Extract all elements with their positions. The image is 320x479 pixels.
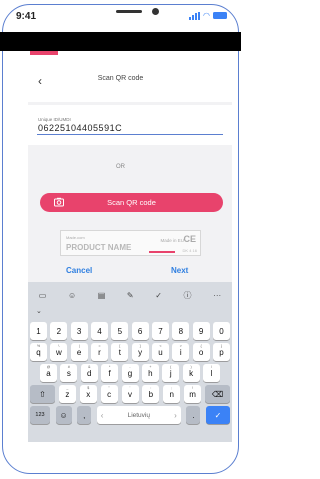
key[interactable]: 7 xyxy=(151,322,169,340)
clipboard-icon[interactable]: ▤ xyxy=(98,291,106,300)
key[interactable]: _ z xyxy=(58,385,76,403)
key[interactable]: 5 xyxy=(111,322,129,340)
key[interactable]: 0 xyxy=(212,322,230,340)
key[interactable]: $ x xyxy=(79,385,97,403)
enter-key[interactable]: ✓ xyxy=(205,406,230,424)
key[interactable]: {o xyxy=(192,343,210,361)
ce-mark: CE xyxy=(183,234,196,244)
shift-key[interactable]: ⇧ xyxy=(30,385,55,403)
product-logo: Made.com xyxy=(66,235,85,240)
key[interactable]: ) k xyxy=(182,364,200,382)
key[interactable]: & d xyxy=(80,364,98,382)
key[interactable]: -g xyxy=(121,364,139,382)
emoji-key[interactable]: ☺ xyxy=(55,406,72,424)
key[interactable]: 6 xyxy=(131,322,149,340)
key[interactable]: ; n xyxy=(163,385,181,403)
unique-id-input[interactable]: 06225104405591C xyxy=(38,123,122,133)
product-name: PRODUCT NAME xyxy=(66,243,132,252)
accent-strip xyxy=(30,51,58,55)
handwriting-icon[interactable]: ✎ xyxy=(127,291,134,300)
info-icon[interactable]: ⓘ xyxy=(184,290,192,301)
keyboard-row-bottom: ⇧ _ z $ x " c ' v :b ; n ! m ⌫ xyxy=(30,385,230,403)
wifi-icon: ◠ xyxy=(203,11,210,20)
or-divider: OR xyxy=(116,164,125,170)
comma-key[interactable]: , xyxy=(77,406,92,424)
key[interactable]: ] y xyxy=(131,343,149,361)
keyboard-row-numbers: 1 2 3 4 5 6 7 8 9 0 xyxy=(30,322,230,340)
next-button[interactable]: Next xyxy=(171,266,188,275)
status-bar: 9:41 ◠ xyxy=(0,0,241,34)
key[interactable]: " c xyxy=(100,385,118,403)
key[interactable]: < u xyxy=(151,343,169,361)
keyboard-row-middle: @ a # s & d * f -g + h (j ) k / l xyxy=(30,364,230,382)
collapse-chevron-icon[interactable]: ⌄ xyxy=(36,307,42,315)
numbers-key[interactable]: 123 xyxy=(30,406,50,424)
scan-qr-button-label[interactable]: Scan QR code xyxy=(40,198,223,207)
right-arrow-icon: › xyxy=(174,411,177,420)
signal-icon xyxy=(189,11,201,20)
key[interactable]: ' v xyxy=(121,385,139,403)
backspace-key[interactable]: ⌫ xyxy=(205,385,230,403)
key[interactable]: = r xyxy=(90,343,108,361)
period-key[interactable]: . xyxy=(186,406,201,424)
space-key[interactable]: ‹ Lietuvių › xyxy=(96,406,181,424)
keyboard-row-function: 123 ☺ , ‹ Lietuvių › . ✓ xyxy=(30,406,230,424)
camera-notch xyxy=(152,8,159,15)
key[interactable]: 9 xyxy=(192,322,210,340)
speaker-notch xyxy=(116,10,142,13)
status-time: 9:41 xyxy=(16,11,37,22)
spellcheck-icon[interactable]: ✓ xyxy=(155,291,162,300)
key[interactable]: :b xyxy=(142,385,160,403)
key[interactable]: 3 xyxy=(70,322,88,340)
key[interactable]: @ a xyxy=(40,364,57,382)
space-key-label: Lietuvių xyxy=(127,412,150,419)
product-label-sample: Made.com PRODUCT NAME Made in EU CE DK 4… xyxy=(60,230,201,256)
key[interactable]: / l xyxy=(203,364,220,382)
more-icon[interactable]: ··· xyxy=(213,291,221,300)
page-title: Scan QR code xyxy=(97,75,144,82)
key[interactable]: (j xyxy=(162,364,180,382)
key[interactable]: * f xyxy=(101,364,119,382)
product-made-in: Made in EU xyxy=(160,238,184,243)
product-code: DK 4 16 xyxy=(182,248,197,253)
unique-id-label: Unique ID/UMDI xyxy=(38,117,71,122)
app-top-bar xyxy=(0,32,241,51)
input-underline xyxy=(37,134,223,135)
cancel-button[interactable]: Cancel xyxy=(66,266,92,275)
left-arrow-icon: ‹ xyxy=(100,411,104,420)
key[interactable]: | e xyxy=(70,343,88,361)
key[interactable]: [t xyxy=(111,343,129,361)
key[interactable]: ! m xyxy=(184,385,202,403)
keyboard-toolbar: ▭ ☺ ▤ ✎ ✓ ⓘ ··· xyxy=(28,284,232,306)
key[interactable]: } p xyxy=(212,343,230,361)
keyboard-icon[interactable]: ▭ xyxy=(39,291,47,300)
status-icons: ◠ xyxy=(189,11,227,20)
keyboard-row-top: % q \ w | e = r [t ] y < u > i {o } p xyxy=(30,343,230,361)
key[interactable]: 8 xyxy=(172,322,190,340)
key[interactable]: 4 xyxy=(90,322,108,340)
key[interactable]: + h xyxy=(141,364,159,382)
key[interactable]: 1 xyxy=(30,322,47,340)
key[interactable]: \ w xyxy=(50,343,68,361)
emoji-icon[interactable]: ☺ xyxy=(68,291,76,300)
id-highlight-mark xyxy=(149,251,175,253)
key[interactable]: 2 xyxy=(50,322,68,340)
key[interactable]: % q xyxy=(30,343,47,361)
battery-icon xyxy=(213,12,227,19)
key[interactable]: # s xyxy=(60,364,78,382)
key[interactable]: > i xyxy=(172,343,190,361)
